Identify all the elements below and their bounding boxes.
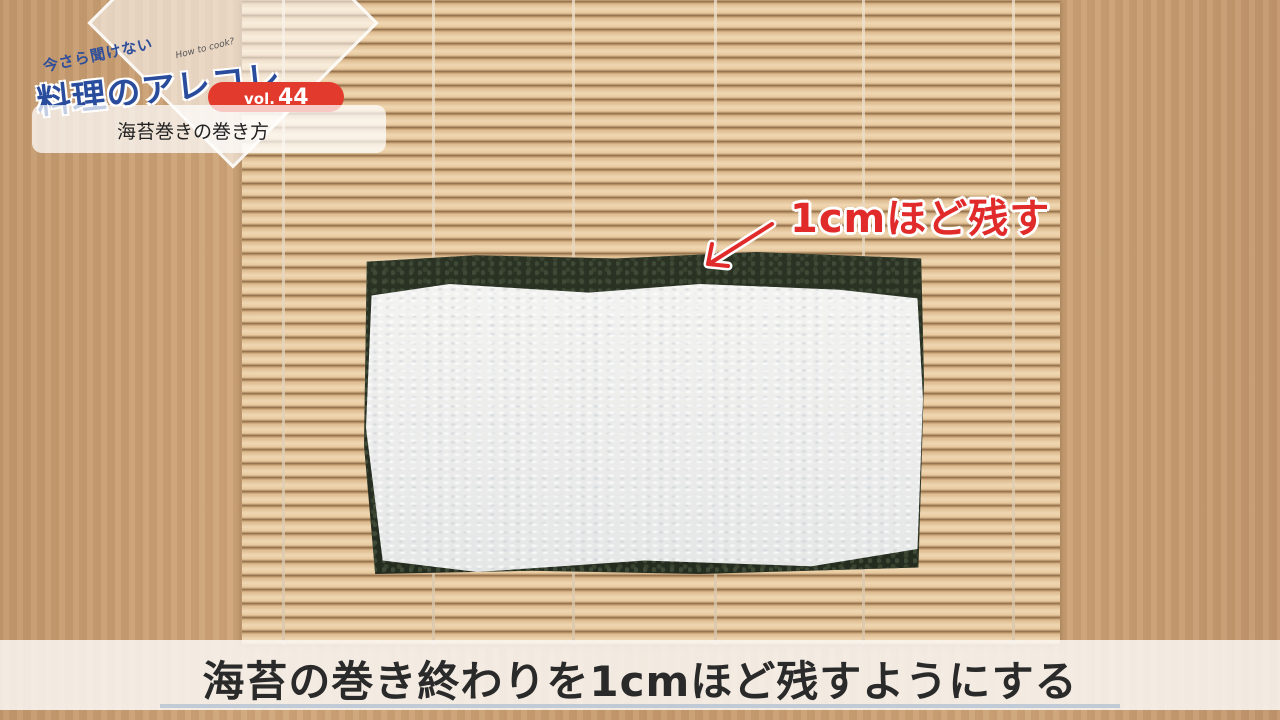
sushi-rice-layer [366, 284, 923, 572]
arrow-icon [703, 219, 777, 271]
mat-string [1012, 0, 1015, 645]
subtitle-bar: 海苔の巻き終わりを1cmほど残すようにする [0, 640, 1280, 710]
episode-title-plate: 海苔巻きの巻き方 [32, 105, 386, 153]
annotation-label: 1cmほど残す [790, 196, 1051, 242]
episode-title: 海苔巻きの巻き方 [117, 121, 270, 143]
subtitle-text: 海苔の巻き終わりを1cmほど残すようにする [202, 657, 1078, 706]
subtitle-underline [160, 704, 1120, 708]
